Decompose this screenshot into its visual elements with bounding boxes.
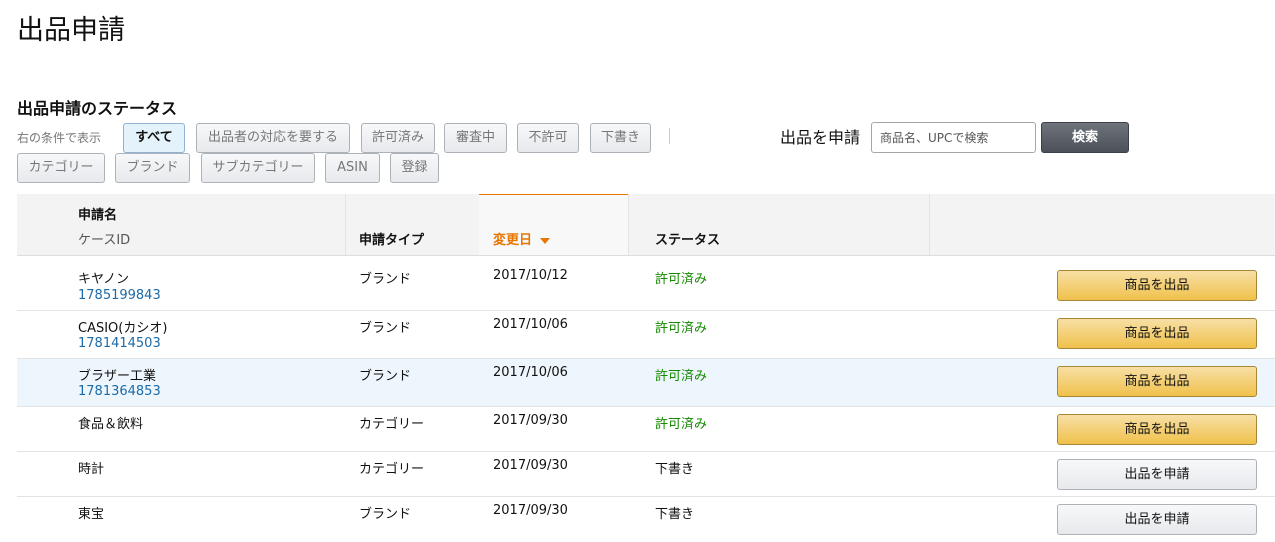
row-status: 許可済み xyxy=(655,321,708,336)
table-row: 東宝 ブランド 2017/09/30 下書き 出品を申請 xyxy=(17,497,1275,542)
filter-all-button[interactable]: すべて xyxy=(123,123,185,153)
row-request-name: ブラザー工業 xyxy=(78,369,157,384)
header-request-type[interactable]: 申請タイプ xyxy=(359,229,424,248)
column-divider xyxy=(345,194,346,255)
row-changed-date: 2017/09/30 xyxy=(493,458,568,473)
row-request-type: カテゴリー xyxy=(359,462,425,477)
filter-brand-button[interactable]: ブランド xyxy=(115,153,190,183)
row-status: 下書き xyxy=(655,507,695,522)
row-request-name: キヤノン xyxy=(78,272,129,287)
row-request-name: CASIO(カシオ) xyxy=(78,321,168,336)
filter-asin-button[interactable]: ASIN xyxy=(325,153,380,183)
row-changed-date: 2017/10/12 xyxy=(493,268,568,283)
filter-registration-button[interactable]: 登録 xyxy=(390,153,439,183)
row-case-id-link[interactable]: 1785199843 xyxy=(78,288,161,303)
filter-denied-button[interactable]: 不許可 xyxy=(517,123,579,153)
row-request-type: カテゴリー xyxy=(359,417,425,432)
row-request-type: ブランド xyxy=(359,272,412,287)
column-divider xyxy=(929,194,930,255)
row-request-type: ブランド xyxy=(359,321,412,336)
apply-listing-button[interactable]: 出品を申請 xyxy=(1057,459,1257,490)
list-product-button[interactable]: 商品を出品 xyxy=(1057,270,1257,301)
table-row: 時計 カテゴリー 2017/09/30 下書き 出品を申請 xyxy=(17,452,1275,497)
header-changed-date-label: 変更日 xyxy=(493,233,533,248)
sort-descending-icon xyxy=(540,237,551,244)
header-case-id[interactable]: ケースID xyxy=(78,229,130,248)
table-row: 食品＆飲料 カテゴリー 2017/09/30 許可済み 商品を出品 xyxy=(17,407,1275,452)
page-title: 出品申請 xyxy=(17,15,125,46)
header-changed-date[interactable]: 変更日 xyxy=(493,229,551,248)
table-row: CASIO(カシオ) 1781414503 ブランド 2017/10/06 許可… xyxy=(17,311,1275,359)
row-status: 許可済み xyxy=(655,417,708,432)
filter-prefix-label: 右の条件で表示 xyxy=(17,131,102,145)
row-request-name: 食品＆飲料 xyxy=(78,417,144,432)
filter-category-button[interactable]: カテゴリー xyxy=(17,153,105,183)
request-table-body: キヤノン 1785199843 ブランド 2017/10/12 許可済み 商品を… xyxy=(17,262,1275,542)
row-changed-date: 2017/10/06 xyxy=(493,317,568,332)
row-request-name: 東宝 xyxy=(78,507,105,522)
row-request-type: ブランド xyxy=(359,369,412,384)
filter-separator xyxy=(669,128,670,144)
apply-listing-label: 出品を申請 xyxy=(780,128,861,147)
row-request-type: ブランド xyxy=(359,507,412,522)
filter-draft-button[interactable]: 下書き xyxy=(590,123,651,153)
row-status: 許可済み xyxy=(655,369,708,384)
list-product-button[interactable]: 商品を出品 xyxy=(1057,318,1257,349)
search-button[interactable]: 検索 xyxy=(1041,122,1129,153)
header-request-name[interactable]: 申請名 xyxy=(78,204,117,223)
filter-action-required-button[interactable]: 出品者の対応を要する xyxy=(196,123,350,153)
status-section-title: 出品申請のステータス xyxy=(17,99,178,118)
list-product-button[interactable]: 商品を出品 xyxy=(1057,414,1257,445)
column-divider xyxy=(628,194,629,255)
table-row: ブラザー工業 1781364853 ブランド 2017/10/06 許可済み 商… xyxy=(17,359,1275,407)
filter-under-review-button[interactable]: 審査中 xyxy=(444,123,507,153)
table-row: キヤノン 1785199843 ブランド 2017/10/12 許可済み 商品を… xyxy=(17,262,1275,311)
row-case-id-link[interactable]: 1781414503 xyxy=(78,336,161,351)
row-status: 下書き xyxy=(655,462,695,477)
row-request-name: 時計 xyxy=(78,462,105,477)
apply-listing-button[interactable]: 出品を申請 xyxy=(1057,504,1257,535)
product-search-input[interactable] xyxy=(871,122,1036,153)
header-status[interactable]: ステータス xyxy=(655,229,720,248)
row-status: 許可済み xyxy=(655,272,708,287)
filter-approved-button[interactable]: 許可済み xyxy=(361,123,435,153)
filter-subcategory-button[interactable]: サブカテゴリー xyxy=(201,153,315,183)
list-product-button[interactable]: 商品を出品 xyxy=(1057,366,1257,397)
table-header: 申請名 ケースID 申請タイプ 変更日 ステータス xyxy=(17,194,1275,256)
row-changed-date: 2017/09/30 xyxy=(493,413,568,428)
row-changed-date: 2017/10/06 xyxy=(493,365,568,380)
row-changed-date: 2017/09/30 xyxy=(493,503,568,518)
row-case-id-link[interactable]: 1781364853 xyxy=(78,384,161,399)
